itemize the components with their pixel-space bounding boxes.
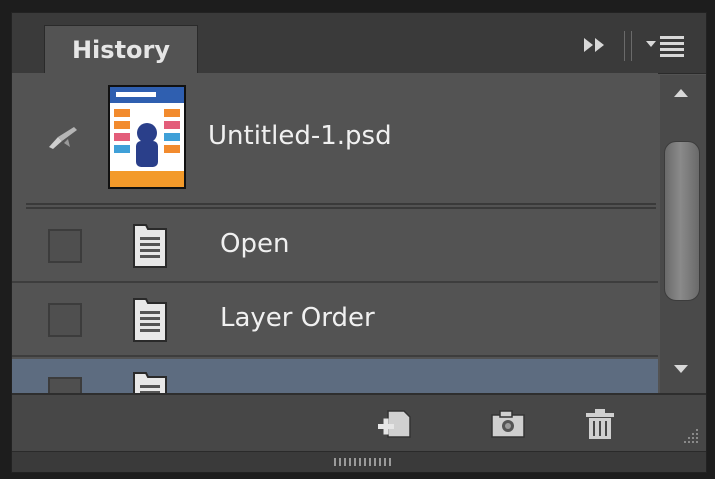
- tab-bar-separator: [624, 31, 632, 61]
- panel-tab-bar: History: [12, 13, 706, 74]
- history-source-checkbox[interactable]: [48, 229, 82, 263]
- snapshot-row[interactable]: Untitled-1.psd: [12, 73, 658, 203]
- tab-history[interactable]: History: [44, 25, 198, 73]
- snapshot-camera-icon[interactable]: [486, 407, 530, 441]
- history-state-label: Layer Order: [220, 303, 375, 333]
- vertical-scrollbar[interactable]: [660, 75, 706, 393]
- history-state-row[interactable]: Layer Order: [12, 285, 658, 357]
- history-state-icon: [132, 223, 168, 269]
- document-thumbnail: [108, 85, 186, 189]
- history-brush-icon[interactable]: [46, 125, 80, 151]
- history-panel: History Untitled-1.psd Open Layer Order: [11, 12, 707, 473]
- history-state-label: Open: [220, 229, 290, 259]
- scroll-up-arrow-icon[interactable]: [674, 89, 688, 97]
- snapshot-divider: [26, 203, 656, 209]
- history-list: Untitled-1.psd Open Layer Order: [12, 73, 658, 393]
- grip-dots-icon: [334, 458, 394, 466]
- history-state-icon: [132, 297, 168, 343]
- panel-bottom-grip[interactable]: [12, 451, 706, 472]
- history-state-row[interactable]: Open: [12, 211, 658, 283]
- panel-menu-icon[interactable]: [640, 29, 690, 61]
- history-source-checkbox[interactable]: [48, 377, 82, 393]
- panel-footer: [12, 393, 706, 451]
- history-source-checkbox[interactable]: [48, 303, 82, 337]
- snapshot-label: Untitled-1.psd: [208, 121, 392, 151]
- history-state-icon: [132, 371, 168, 393]
- tab-history-label: History: [71, 35, 171, 64]
- double-arrow-right-icon[interactable]: [580, 33, 610, 57]
- resize-grip-icon[interactable]: [674, 419, 700, 445]
- create-new-document-icon[interactable]: [374, 407, 418, 441]
- scroll-down-arrow-icon[interactable]: [674, 365, 688, 373]
- history-state-row-selected[interactable]: [12, 359, 658, 393]
- trash-icon[interactable]: [578, 407, 622, 441]
- scrollbar-thumb[interactable]: [664, 141, 700, 301]
